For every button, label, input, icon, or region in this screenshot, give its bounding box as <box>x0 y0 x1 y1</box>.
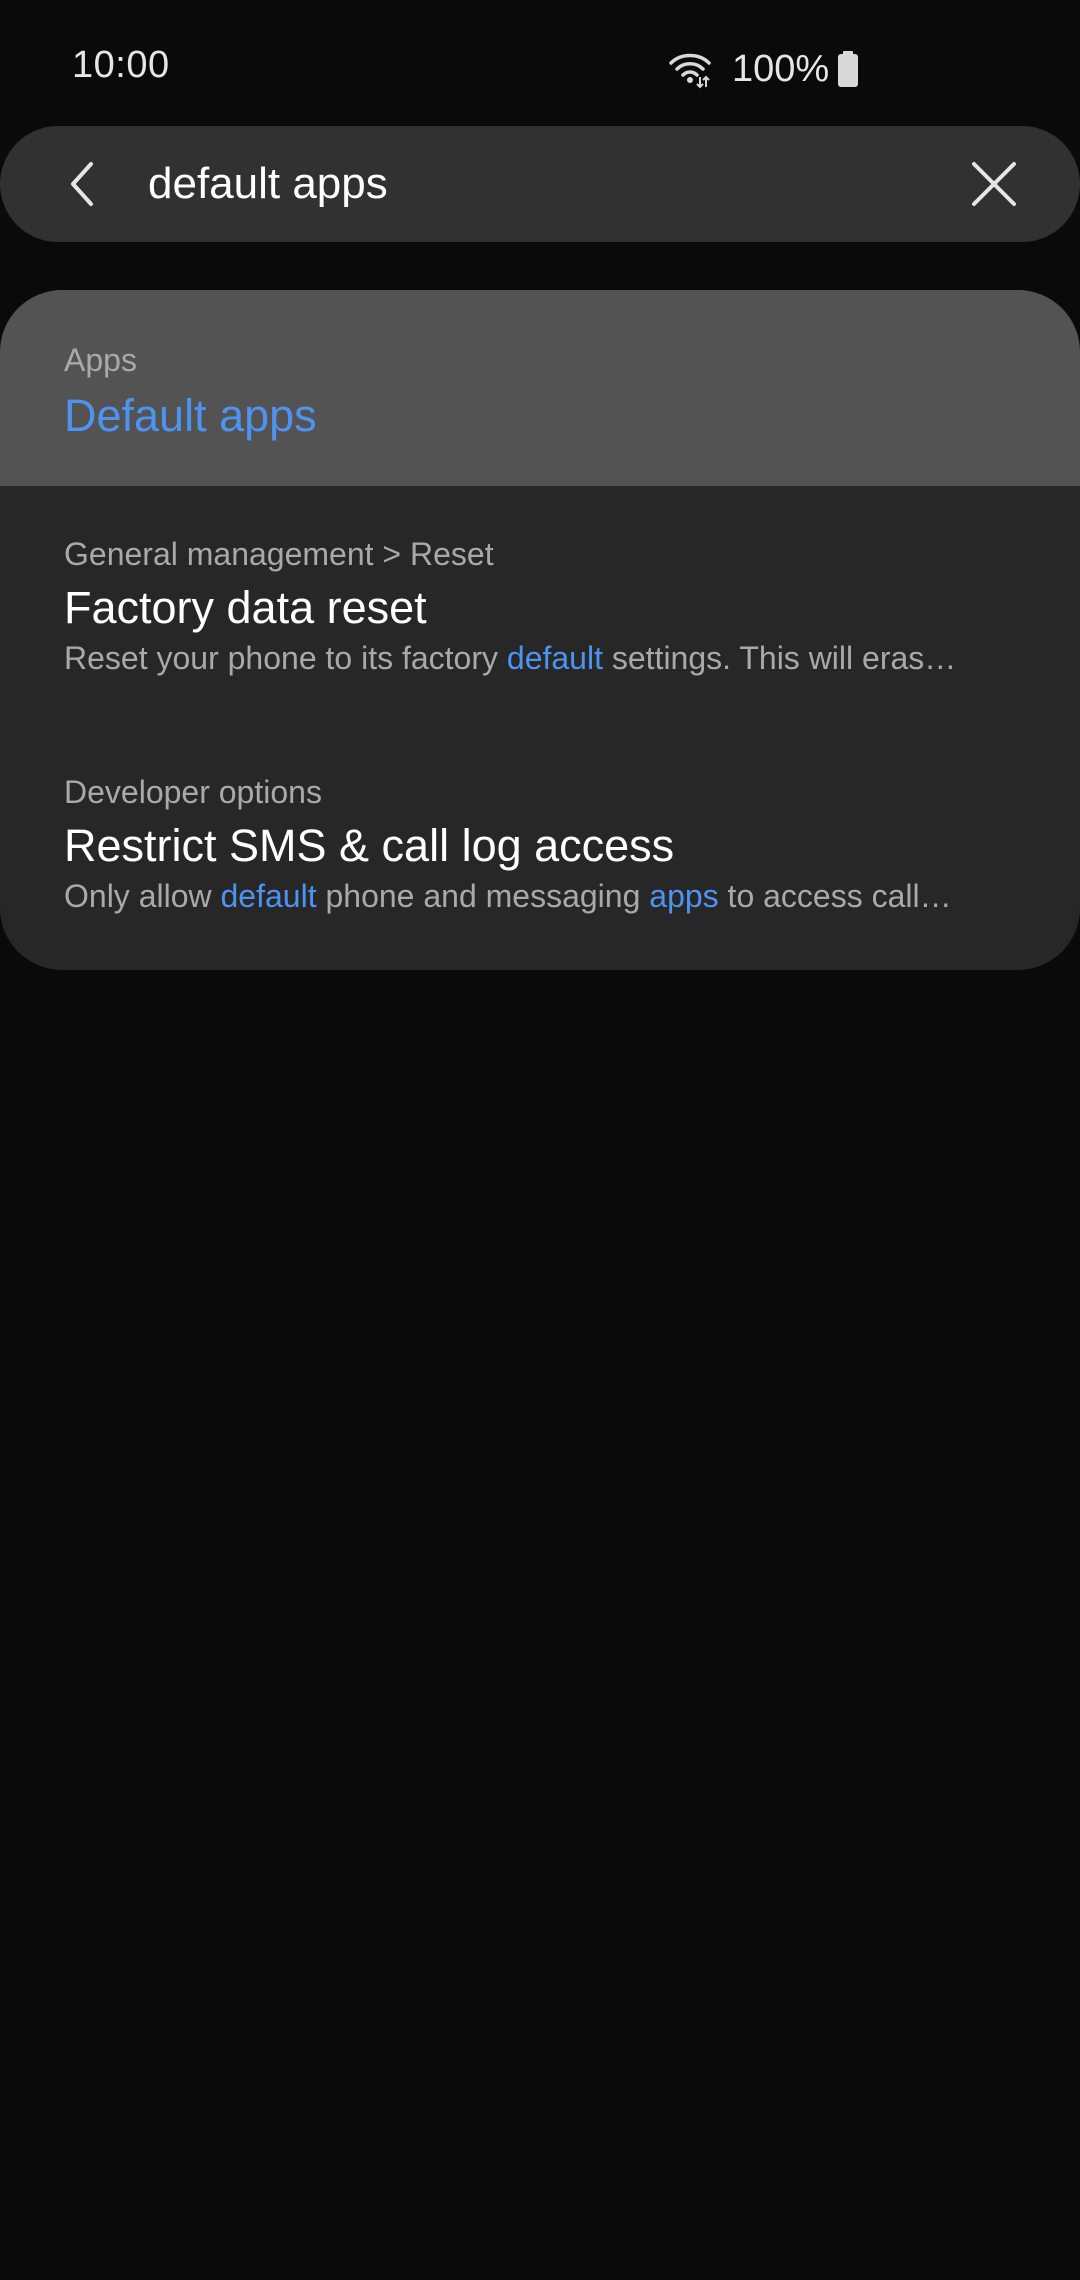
result-restrict-sms-call-log[interactable]: Developer options Restrict SMS & call lo… <box>0 728 1080 970</box>
result-description: Reset your phone to its factory default … <box>64 640 1020 677</box>
description-highlight: apps <box>649 878 719 914</box>
status-bar: 10:00 100% <box>0 0 1080 130</box>
result-title: Restrict SMS & call log access <box>64 820 675 871</box>
description-text: phone and messaging <box>316 878 650 914</box>
result-category: Developer options <box>64 774 322 810</box>
result-description: Only allow default phone and messaging a… <box>64 878 1020 915</box>
status-time: 10:00 <box>72 44 170 86</box>
battery-percent: 100% <box>732 47 830 90</box>
description-text: to access call… <box>718 878 952 914</box>
search-input[interactable] <box>148 148 908 220</box>
back-button[interactable] <box>52 154 112 214</box>
result-title: Default apps <box>64 390 317 441</box>
description-text: Only allow <box>64 878 221 914</box>
result-title: Factory data reset <box>64 582 427 633</box>
clear-search-button[interactable] <box>962 152 1026 216</box>
battery-icon <box>838 51 859 87</box>
wifi-icon <box>669 53 711 89</box>
result-category: Apps <box>64 342 137 378</box>
result-factory-data-reset[interactable]: General management > Reset Factory data … <box>0 486 1080 728</box>
description-text: Reset your phone to its factory <box>64 640 507 676</box>
description-text: settings. This will eras… <box>602 640 957 676</box>
chevron-left-icon <box>71 162 93 206</box>
description-highlight: default <box>506 640 603 676</box>
description-highlight: default <box>220 878 317 914</box>
close-icon <box>972 162 1016 206</box>
search-results-card: Apps Default apps General management > R… <box>0 290 1080 970</box>
result-default-apps[interactable]: Apps Default apps <box>0 290 1080 486</box>
status-icons: 100% <box>668 44 859 94</box>
search-bar <box>0 126 1080 242</box>
result-category: General management > Reset <box>64 536 494 572</box>
